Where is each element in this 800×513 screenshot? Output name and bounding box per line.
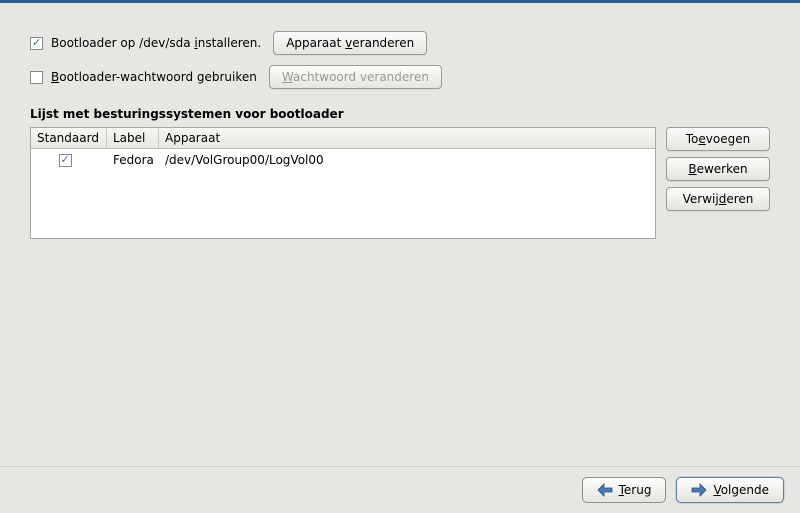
label-text: eren bbox=[726, 192, 753, 206]
col-header-standard[interactable]: Standaard bbox=[31, 128, 107, 148]
bootloader-password-row: Bootloader-wachtwoord gebruiken Wachtwoo… bbox=[30, 65, 770, 89]
mnemonic: W bbox=[282, 70, 293, 84]
bootloader-password-label: Bootloader-wachtwoord gebruiken bbox=[51, 70, 257, 84]
cell-label: Fedora bbox=[107, 151, 159, 169]
add-button[interactable]: Toevoegen bbox=[666, 127, 770, 151]
label-text: Bootloader op /dev/sda bbox=[51, 36, 194, 50]
cell-device: /dev/VolGroup00/LogVol00 bbox=[159, 151, 655, 169]
footer-nav: Terug Volgende bbox=[0, 466, 800, 503]
side-buttons: Toevoegen Bewerken Verwijderen bbox=[666, 127, 770, 211]
mnemonic: B bbox=[688, 162, 696, 176]
next-label: Volgende bbox=[713, 483, 769, 497]
back-label: Terug bbox=[619, 483, 652, 497]
edit-button[interactable]: Bewerken bbox=[666, 157, 770, 181]
arrow-right-icon bbox=[691, 483, 707, 497]
label-text: olgende bbox=[721, 483, 769, 497]
os-table[interactable]: Standaard Label Apparaat Fedora /dev/Vol… bbox=[30, 127, 656, 239]
label-text: ootloader-wachtwoord gebruiken bbox=[59, 70, 257, 84]
os-list-heading: Lijst met besturingssystemen voor bootlo… bbox=[30, 107, 770, 121]
mnemonic: e bbox=[698, 132, 705, 146]
label-text: To bbox=[686, 132, 699, 146]
install-bootloader-row: Bootloader op /dev/sda installeren. Appa… bbox=[30, 31, 770, 55]
cell-standard bbox=[31, 152, 107, 169]
main-content: Bootloader op /dev/sda installeren. Appa… bbox=[0, 3, 800, 239]
mnemonic: V bbox=[713, 483, 720, 497]
back-button[interactable]: Terug bbox=[582, 477, 667, 503]
next-button[interactable]: Volgende bbox=[676, 477, 784, 503]
mnemonic: B bbox=[51, 70, 59, 84]
col-header-label[interactable]: Label bbox=[107, 128, 159, 148]
delete-button[interactable]: Verwijderen bbox=[666, 187, 770, 211]
label-text: eranderen bbox=[352, 36, 414, 50]
install-bootloader-label: Bootloader op /dev/sda installeren. bbox=[51, 36, 261, 50]
bootloader-password-checkbox[interactable] bbox=[30, 71, 43, 84]
row-default-checkbox[interactable] bbox=[59, 154, 72, 167]
table-row[interactable]: Fedora /dev/VolGroup00/LogVol00 bbox=[31, 149, 655, 171]
install-bootloader-checkbox[interactable] bbox=[30, 37, 43, 50]
col-header-device[interactable]: Apparaat bbox=[159, 128, 655, 148]
label-text: achtwoord veranderen bbox=[293, 70, 429, 84]
label-text: Apparaat bbox=[286, 36, 345, 50]
label-text: nstalleren. bbox=[198, 36, 261, 50]
label-text: Verwij bbox=[683, 192, 719, 206]
table-header: Standaard Label Apparaat bbox=[31, 128, 655, 149]
label-text: ewerken bbox=[697, 162, 748, 176]
change-password-button: Wachtwoord veranderen bbox=[269, 65, 442, 89]
label-text: erug bbox=[624, 483, 652, 497]
change-device-button[interactable]: Apparaat veranderen bbox=[273, 31, 427, 55]
arrow-left-icon bbox=[597, 483, 613, 497]
label-text: voegen bbox=[706, 132, 750, 146]
os-table-section: Standaard Label Apparaat Fedora /dev/Vol… bbox=[30, 127, 770, 239]
